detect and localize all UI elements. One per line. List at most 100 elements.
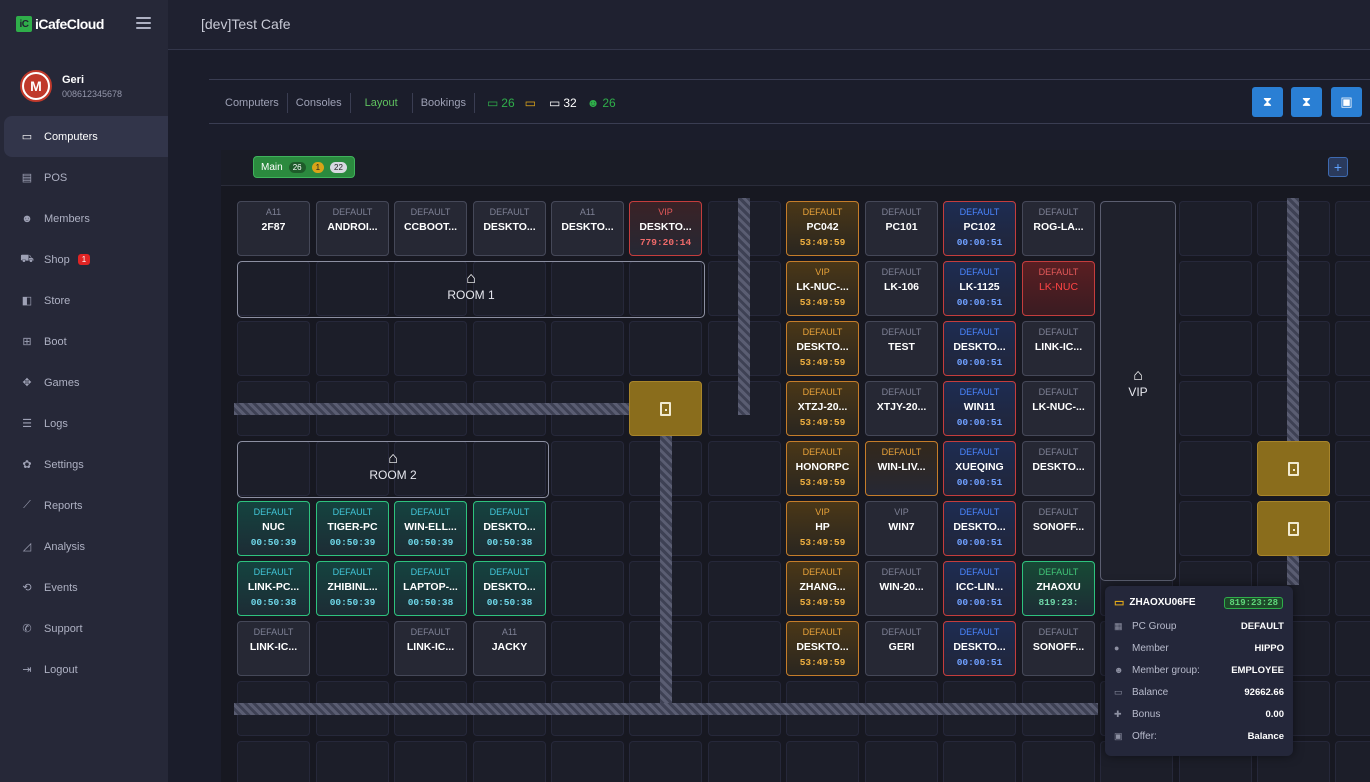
computer-tile[interactable]: DEFAULT ANDROI...	[316, 201, 389, 256]
computer-tile[interactable]: DEFAULT XTZJ-20... 53:49:59	[786, 381, 859, 436]
pc-time: 00:00:51	[956, 537, 1003, 548]
room-label-1[interactable]: ⌂ ROOM 1	[237, 261, 705, 318]
computer-tile[interactable]: DEFAULT NUC 00:50:39	[237, 501, 310, 556]
computer-tile[interactable]: DEFAULT PC102 00:00:51	[943, 201, 1016, 256]
computer-tile[interactable]: DEFAULT XTJY-20...	[865, 381, 938, 436]
sidebar-item-settings[interactable]: ✿ Settings	[4, 444, 168, 485]
computer-tile[interactable]: DEFAULT LAPTOP-... 00:50:38	[394, 561, 467, 616]
computer-tile[interactable]: DEFAULT SONOFF...	[1022, 621, 1095, 676]
stat-counter[interactable]: ▭	[525, 96, 539, 110]
sidebar-item-games[interactable]: ✥ Games	[4, 362, 168, 403]
computer-tile[interactable]: VIP DESKTO... 779:20:14	[629, 201, 702, 256]
tooltip-value: EMPLOYEE	[1231, 664, 1284, 676]
sidebar-item-label: Settings	[44, 458, 84, 471]
pc-group: DEFAULT	[410, 507, 451, 517]
computer-tile[interactable]: DEFAULT GERI	[865, 621, 938, 676]
room-label-2[interactable]: ⌂ ROOM 2	[237, 441, 549, 498]
sidebar-item-computers[interactable]: ▭ Computers	[4, 116, 168, 157]
computer-tile[interactable]: DEFAULT LINK-IC...	[1022, 321, 1095, 376]
computer-tile[interactable]: DEFAULT DESKTO...	[473, 201, 546, 256]
computer-tile[interactable]: DEFAULT TIGER-PC 00:50:39	[316, 501, 389, 556]
sidebar-item-shop[interactable]: ⛟ Shop 1	[4, 239, 168, 280]
pc-time: 53:49:59	[799, 537, 846, 548]
computer-tile[interactable]: VIP LK-NUC-... 53:49:59	[786, 261, 859, 316]
pc-group: DEFAULT	[959, 267, 1000, 277]
computer-tile[interactable]: DEFAULT DESKTO... 00:00:51	[943, 621, 1016, 676]
computer-tile[interactable]: DEFAULT DESKTO... 53:49:59	[786, 321, 859, 376]
room-tab-main[interactable]: Main 26 1 22	[253, 156, 355, 178]
computer-tile[interactable]: DEFAULT ZHANG... 53:49:59	[786, 561, 859, 616]
door-tile[interactable]	[1257, 441, 1330, 496]
sidebar-item-support[interactable]: ✆ Support	[4, 608, 168, 649]
computer-tile[interactable]: DEFAULT ZHAOXU 819:23:	[1022, 561, 1095, 616]
computer-tile[interactable]: DEFAULT ZHIBINL... 00:50:39	[316, 561, 389, 616]
computer-tile[interactable]: DEFAULT WIN-20...	[865, 561, 938, 616]
computer-tile[interactable]: DEFAULT LINK-IC...	[237, 621, 310, 676]
stat-counter[interactable]: ▭ 32	[549, 96, 577, 110]
computer-tile[interactable]: DEFAULT LINK-PC... 00:50:38	[237, 561, 310, 616]
computer-tile[interactable]: DEFAULT SONOFF...	[1022, 501, 1095, 556]
computer-tile[interactable]: DEFAULT DESKTO... 00:50:38	[473, 561, 546, 616]
pc-name: SONOFF...	[1032, 521, 1085, 533]
tab-bookings[interactable]: Bookings	[413, 93, 475, 113]
computer-tile[interactable]: DEFAULT TEST	[865, 321, 938, 376]
lock-button[interactable]: ▣	[1331, 87, 1362, 117]
pc-group: DEFAULT	[1038, 627, 1079, 637]
computer-tile[interactable]: DEFAULT HONORPC 53:49:59	[786, 441, 859, 496]
sidebar-item-reports[interactable]: ⟋ Reports	[4, 485, 168, 526]
sidebar-item-logout[interactable]: ⇥ Logout	[4, 649, 168, 690]
computer-tile[interactable]: DEFAULT LINK-IC...	[394, 621, 467, 676]
add-room-button[interactable]: +	[1328, 157, 1348, 177]
door-tile[interactable]	[1257, 501, 1330, 556]
sidebar-item-analysis[interactable]: ◿ Analysis	[4, 526, 168, 567]
sidebar-item-store[interactable]: ◧ Store	[4, 280, 168, 321]
computer-tile[interactable]: DEFAULT CCBOOT...	[394, 201, 467, 256]
app-logo[interactable]: iC iCafeCloud	[16, 16, 104, 32]
computer-tile[interactable]: VIP HP 53:49:59	[786, 501, 859, 556]
computer-tile[interactable]: DEFAULT LK-NUC	[1022, 261, 1095, 316]
stat-counter[interactable]: ▭ 26	[487, 96, 515, 110]
hourglass-button-1[interactable]: ⧗	[1252, 87, 1283, 117]
tab-layout[interactable]: Layout	[351, 93, 413, 113]
user-profile[interactable]: M Geri 008612345678	[20, 70, 122, 102]
computer-tile[interactable]: DEFAULT DESKTO...	[1022, 441, 1095, 496]
computer-tile[interactable]: DEFAULT LK-NUC-...	[1022, 381, 1095, 436]
computer-tile[interactable]: DEFAULT LK-106	[865, 261, 938, 316]
sidebar-item-members[interactable]: ☻ Members	[4, 198, 168, 239]
computer-tile[interactable]: DEFAULT LK-1125 00:00:51	[943, 261, 1016, 316]
computer-tile[interactable]: VIP WIN7	[865, 501, 938, 556]
computer-tile[interactable]: DEFAULT WIN11 00:00:51	[943, 381, 1016, 436]
computer-tile[interactable]: DEFAULT WIN-LIV...	[865, 441, 938, 496]
computer-tile[interactable]: DEFAULT PC042 53:49:59	[786, 201, 859, 256]
stat-counter[interactable]: ☻ 26	[587, 96, 616, 110]
sidebar-item-boot[interactable]: ⊞ Boot	[4, 321, 168, 362]
pc-name: DESKTO...	[639, 221, 692, 233]
door-tile[interactable]	[629, 381, 702, 436]
computer-tile[interactable]: DEFAULT PC101	[865, 201, 938, 256]
computer-tile[interactable]: DEFAULT DESKTO... 00:50:38	[473, 501, 546, 556]
computer-tile[interactable]: DEFAULT DESKTO... 53:49:59	[786, 621, 859, 676]
sidebar-item-logs[interactable]: ☰ Logs	[4, 403, 168, 444]
pc-group-icon: ▦	[1114, 620, 1123, 631]
pc-name: LK-NUC	[1038, 281, 1079, 293]
tab-computers[interactable]: Computers	[217, 93, 288, 113]
computer-tile[interactable]: A11 DESKTO...	[551, 201, 624, 256]
computer-tile[interactable]: A11 JACKY	[473, 621, 546, 676]
computer-tile[interactable]: DEFAULT DESKTO... 00:00:51	[943, 321, 1016, 376]
grid-cell	[1022, 741, 1095, 782]
computer-tile[interactable]: DEFAULT ROG-LA...	[1022, 201, 1095, 256]
room-label-vip[interactable]: ⌂ VIP	[1100, 201, 1176, 581]
tab-consoles[interactable]: Consoles	[288, 93, 351, 113]
monitor-online-icon: ▭	[486, 96, 499, 110]
profile-name: Geri	[62, 73, 85, 86]
sidebar-item-label: Logs	[44, 417, 68, 430]
computer-tile[interactable]: DEFAULT ICC-LIN... 00:00:51	[943, 561, 1016, 616]
hamburger-menu-icon[interactable]	[136, 17, 151, 29]
computer-tile[interactable]: A11 2F87	[237, 201, 310, 256]
sidebar-item-pos[interactable]: ▤ POS	[4, 157, 168, 198]
sidebar-item-events[interactable]: ⟲ Events	[4, 567, 168, 608]
hourglass-button-2[interactable]: ⧗	[1291, 87, 1322, 117]
computer-tile[interactable]: DEFAULT WIN-ELL... 00:50:39	[394, 501, 467, 556]
computer-tile[interactable]: DEFAULT XUEQING 00:00:51	[943, 441, 1016, 496]
computer-tile[interactable]: DEFAULT DESKTO... 00:00:51	[943, 501, 1016, 556]
